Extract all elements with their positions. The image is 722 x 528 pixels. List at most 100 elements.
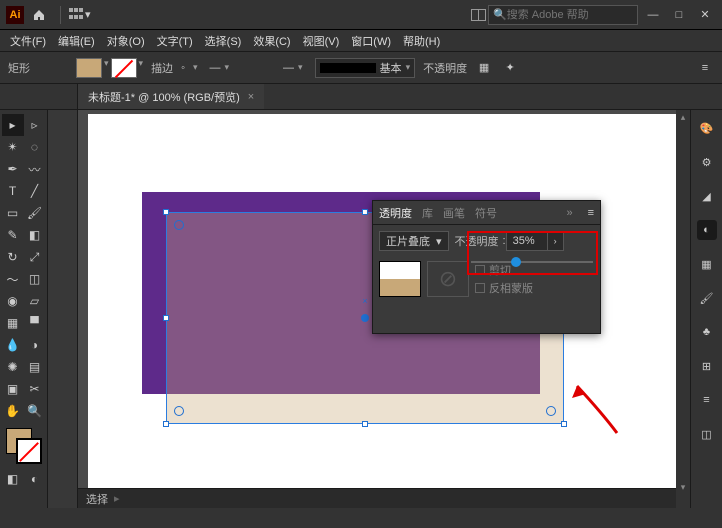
close-button[interactable]: ✕ bbox=[694, 4, 716, 26]
tab-title: 未标题-1* @ 100% (RGB/预览) bbox=[88, 89, 240, 105]
opacity-slider[interactable] bbox=[471, 261, 593, 263]
fill-swatch[interactable] bbox=[76, 58, 102, 78]
panel-menu-icon[interactable]: ≡ bbox=[588, 207, 594, 219]
menu-select[interactable]: 选择(S) bbox=[201, 31, 246, 51]
menu-window[interactable]: 窗口(W) bbox=[347, 31, 395, 51]
stroke-swatch-none[interactable] bbox=[111, 58, 137, 78]
opacity-label[interactable]: 不透明度 bbox=[423, 60, 467, 76]
tab-symbols[interactable]: 符号 bbox=[475, 205, 497, 221]
tab-close-icon[interactable]: × bbox=[248, 91, 254, 103]
status-bar: 选择 ▸ bbox=[78, 488, 676, 508]
symbol-sprayer-tool[interactable]: ✺ bbox=[2, 356, 24, 378]
more-tabs-icon[interactable]: » bbox=[566, 207, 571, 219]
document-tab[interactable]: 未标题-1* @ 100% (RGB/预览) × bbox=[78, 84, 264, 109]
chevron-down-icon[interactable]: ▾ bbox=[104, 58, 109, 78]
transform-icon[interactable]: ✦ bbox=[501, 59, 519, 77]
graphic-style[interactable]: 基本▾ bbox=[315, 58, 416, 78]
fill-stroke-swatches[interactable]: ▾ ▾ bbox=[76, 58, 143, 78]
shape-label: 矩形 bbox=[8, 60, 30, 76]
curvature-tool[interactable]: 〰 bbox=[24, 158, 46, 180]
rectangle-tool[interactable]: ▭ bbox=[2, 202, 24, 224]
stroke-profile[interactable]: —▾ bbox=[206, 58, 234, 78]
search-box[interactable]: 🔍 bbox=[488, 5, 638, 25]
scale-tool[interactable]: ⤢ bbox=[24, 246, 46, 268]
search-input[interactable] bbox=[507, 9, 649, 21]
rotate-tool[interactable]: ↻ bbox=[2, 246, 24, 268]
shaper-tool[interactable]: ✎ bbox=[2, 224, 24, 246]
line-tool[interactable]: ╱ bbox=[24, 180, 46, 202]
chevron-down-icon[interactable]: ▾ bbox=[85, 8, 91, 21]
maximize-button[interactable]: □ bbox=[668, 4, 690, 26]
perspective-tool[interactable]: ▱ bbox=[24, 290, 46, 312]
right-panel-dock: 🎨 ⚙ ◢ ◐ ▦ 🖌 ♣ ⊞ ≡ ◫ bbox=[690, 110, 722, 508]
tab-transparency[interactable]: 透明度 bbox=[379, 205, 412, 221]
artboard-tool[interactable]: ▣ bbox=[2, 378, 24, 400]
align-panel-icon[interactable]: ≡ bbox=[697, 390, 717, 410]
vertical-scrollbar[interactable]: ▴▾ bbox=[676, 110, 690, 494]
brush-def[interactable]: —▾ bbox=[279, 58, 307, 78]
tab-brushes[interactable]: 画笔 bbox=[443, 205, 465, 221]
gradient-tool[interactable]: ▀ bbox=[24, 312, 46, 334]
tab-libraries[interactable]: 库 bbox=[422, 205, 433, 221]
menu-edit[interactable]: 编辑(E) bbox=[54, 31, 99, 51]
panel-gutter bbox=[48, 110, 78, 508]
menu-view[interactable]: 视图(V) bbox=[299, 31, 344, 51]
separator bbox=[60, 6, 61, 24]
work-area: ▸▹ ✴◌ ✒〰 T╱ ▭🖌 ✎◧ ↻⤢ 〜◫ ◉▱ ▦▀ 💧◑ ✺▤ ▣✂ ✋… bbox=[0, 110, 722, 508]
pathfinder-panel-icon[interactable]: ◫ bbox=[697, 424, 717, 444]
panel-menu-icon[interactable]: ≡ bbox=[696, 59, 714, 77]
invert-mask-checkbox[interactable]: 反相蒙版 bbox=[475, 280, 533, 296]
minimize-button[interactable]: — bbox=[642, 4, 664, 26]
mesh-tool[interactable]: ▦ bbox=[2, 312, 24, 334]
color-panel-icon[interactable]: 🎨 bbox=[697, 118, 717, 138]
gradient-panel-icon[interactable]: ◢ bbox=[697, 186, 717, 206]
draw-mode-icon[interactable]: ◐ bbox=[24, 468, 46, 490]
width-tool[interactable]: 〜 bbox=[2, 268, 24, 290]
status-mode: 选择 bbox=[86, 491, 108, 507]
symbols-panel-icon[interactable]: ♣ bbox=[697, 322, 717, 342]
slice-tool[interactable]: ✂ bbox=[24, 378, 46, 400]
chevron-down-icon[interactable]: ▾ bbox=[193, 62, 198, 73]
magic-wand-tool[interactable]: ✴ bbox=[2, 136, 24, 158]
menu-help[interactable]: 帮助(H) bbox=[399, 31, 444, 51]
stroke-weight[interactable]: ◦ bbox=[181, 62, 185, 74]
eraser-tool[interactable]: ◧ bbox=[24, 224, 46, 246]
arrange-docs-icon[interactable] bbox=[67, 6, 85, 24]
zoom-tool[interactable]: 🔍 bbox=[24, 400, 46, 422]
color-mode-icon[interactable]: ◧ bbox=[2, 468, 24, 490]
transparency-panel-icon[interactable]: ◐ bbox=[697, 220, 717, 240]
slider-thumb[interactable] bbox=[511, 257, 521, 267]
menu-type[interactable]: 文字(T) bbox=[153, 31, 197, 51]
align-icon[interactable]: ▦ bbox=[475, 59, 493, 77]
free-transform-tool[interactable]: ◫ bbox=[24, 268, 46, 290]
chevron-down-icon[interactable]: ▾ bbox=[139, 58, 144, 78]
layout-icon[interactable] bbox=[472, 9, 486, 21]
menu-object[interactable]: 对象(O) bbox=[103, 31, 149, 51]
type-tool[interactable]: T bbox=[2, 180, 24, 202]
transparency-panel[interactable]: 透明度 库 画笔 符号 » ≡ 正片叠底▾ 不透明度 : 35% › ⊘ 剪切 bbox=[372, 200, 601, 334]
control-bar: 矩形 ▾ ▾ 描边 ◦ ▾ —▾ —▾ 基本▾ 不透明度 ▦ ✦ ≡ bbox=[0, 52, 722, 84]
shape-builder-tool[interactable]: ◉ bbox=[2, 290, 24, 312]
stroke-panel-icon[interactable]: ⊞ bbox=[697, 356, 717, 376]
graph-tool[interactable]: ▤ bbox=[24, 356, 46, 378]
direct-selection-tool[interactable]: ▹ bbox=[24, 114, 46, 136]
properties-panel-icon[interactable]: ⚙ bbox=[697, 152, 717, 172]
swatches-panel-icon[interactable]: ▦ bbox=[697, 254, 717, 274]
stroke-label[interactable]: 描边 bbox=[151, 60, 173, 76]
paintbrush-tool[interactable]: 🖌 bbox=[24, 202, 46, 224]
menu-effect[interactable]: 效果(C) bbox=[249, 31, 294, 51]
app-logo-icon: Ai bbox=[6, 6, 24, 24]
fill-stroke-control[interactable] bbox=[4, 426, 44, 466]
pen-tool[interactable]: ✒ bbox=[2, 158, 24, 180]
eyedropper-tool[interactable]: 💧 bbox=[2, 334, 24, 356]
blend-mode-dropdown[interactable]: 正片叠底▾ bbox=[379, 231, 449, 251]
selection-tool[interactable]: ▸ bbox=[2, 114, 24, 136]
mask-thumbnail[interactable]: ⊘ bbox=[427, 261, 469, 297]
lasso-tool[interactable]: ◌ bbox=[24, 136, 46, 158]
blend-tool[interactable]: ◑ bbox=[24, 334, 46, 356]
brushes-panel-icon[interactable]: 🖌 bbox=[697, 288, 717, 308]
home-icon[interactable] bbox=[30, 6, 48, 24]
hand-tool[interactable]: ✋ bbox=[2, 400, 24, 422]
object-thumbnail[interactable] bbox=[379, 261, 421, 297]
menu-file[interactable]: 文件(F) bbox=[6, 31, 50, 51]
